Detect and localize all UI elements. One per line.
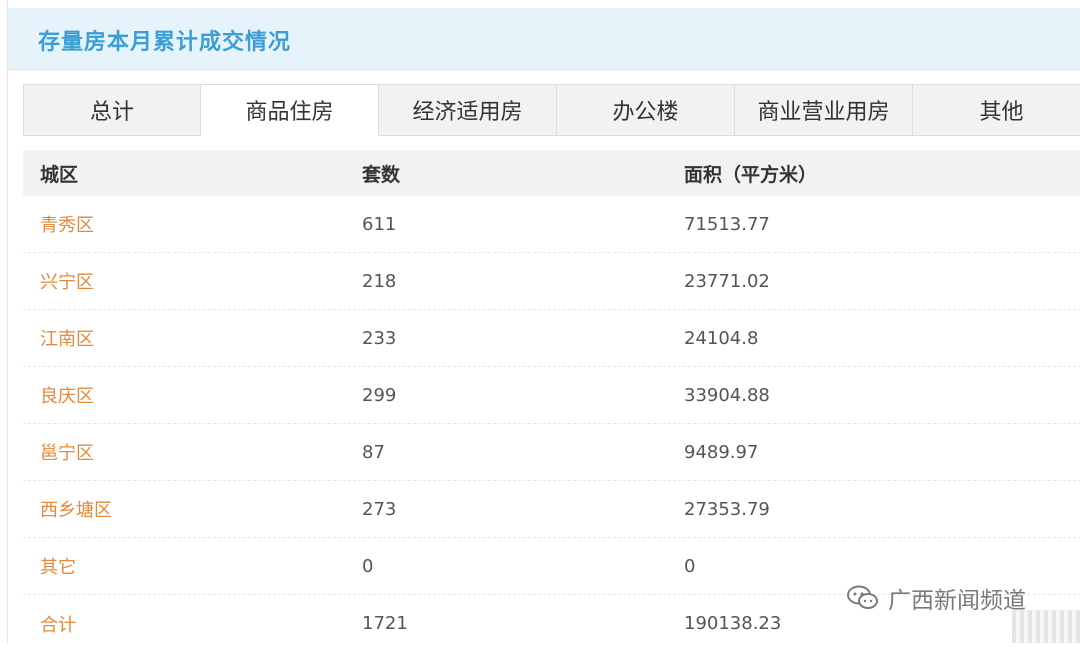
district-link[interactable]: 良庆区 <box>23 382 345 408</box>
category-tabs: 总计 商品住房 经济适用房 办公楼 商业营业用房 其他 <box>23 84 1080 136</box>
total-link[interactable]: 合计 <box>23 611 345 637</box>
table-header: 城区 套数 面积（平方米） <box>23 150 1080 196</box>
wechat-icon <box>847 585 878 609</box>
units-cell: 273 <box>362 498 397 520</box>
district-link[interactable]: 江南区 <box>23 325 345 351</box>
district-link[interactable]: 兴宁区 <box>23 268 345 294</box>
table-row: 良庆区 299 33904.88 <box>23 367 1080 424</box>
tab-total[interactable]: 总计 <box>23 84 201 136</box>
units-cell: 218 <box>362 270 397 292</box>
tab-label: 办公楼 <box>612 100 679 125</box>
units-cell: 0 <box>362 555 374 577</box>
tab-label: 商品住房 <box>245 100 334 125</box>
transaction-table: 城区 套数 面积（平方米） 青秀区 611 71513.77 兴宁区 218 2… <box>23 150 1080 652</box>
blurred-area <box>1012 610 1080 643</box>
area-cell: 71513.77 <box>684 213 770 235</box>
area-cell: 23771.02 <box>684 270 770 292</box>
tab-affordable-housing[interactable]: 经济适用房 <box>379 84 557 136</box>
tab-commercial-business[interactable]: 商业营业用房 <box>735 84 913 136</box>
column-header-area: 面积（平方米） <box>684 163 818 186</box>
table-row: 兴宁区 218 23771.02 <box>23 253 1080 310</box>
area-cell: 27353.79 <box>684 498 770 520</box>
units-cell: 299 <box>362 384 397 406</box>
units-cell: 233 <box>362 327 397 349</box>
district-link[interactable]: 青秀区 <box>23 211 345 237</box>
tab-office-building[interactable]: 办公楼 <box>557 84 735 136</box>
district-link[interactable]: 其它 <box>23 553 345 579</box>
channel-watermark: 广西新闻频道 <box>846 578 1026 618</box>
tab-label: 其他 <box>979 100 1024 125</box>
units-cell: 611 <box>362 213 397 235</box>
stock-housing-panel: 存量房本月累计成交情况 总计 商品住房 经济适用房 办公楼 商业营业用房 其他 … <box>7 0 1080 643</box>
table-row: 西乡塘区 273 27353.79 <box>23 481 1080 538</box>
panel-title: 存量房本月累计成交情况 <box>38 30 292 55</box>
area-cell: 33904.88 <box>684 384 770 406</box>
tab-label: 商业营业用房 <box>757 100 890 125</box>
tab-other[interactable]: 其他 <box>913 84 1080 136</box>
district-link[interactable]: 邕宁区 <box>23 439 345 465</box>
tab-commercial-housing[interactable]: 商品住房 <box>201 84 379 136</box>
units-cell: 87 <box>362 441 385 463</box>
column-header-units: 套数 <box>362 163 401 186</box>
tab-label: 经济适用房 <box>412 100 523 125</box>
panel-header: 存量房本月累计成交情况 <box>8 8 1080 70</box>
district-link[interactable]: 西乡塘区 <box>23 496 345 522</box>
area-cell: 9489.97 <box>684 441 759 463</box>
total-units-cell: 1721 <box>362 613 408 634</box>
table-row: 江南区 233 24104.8 <box>23 310 1080 367</box>
table-row: 青秀区 611 71513.77 <box>23 196 1080 253</box>
area-cell: 24104.8 <box>684 327 759 349</box>
watermark-text: 广西新闻频道 <box>888 588 1026 614</box>
area-cell: 0 <box>684 555 696 577</box>
column-header-district: 城区 <box>40 163 79 186</box>
table-row: 邕宁区 87 9489.97 <box>23 424 1080 481</box>
tab-label: 总计 <box>89 100 134 125</box>
